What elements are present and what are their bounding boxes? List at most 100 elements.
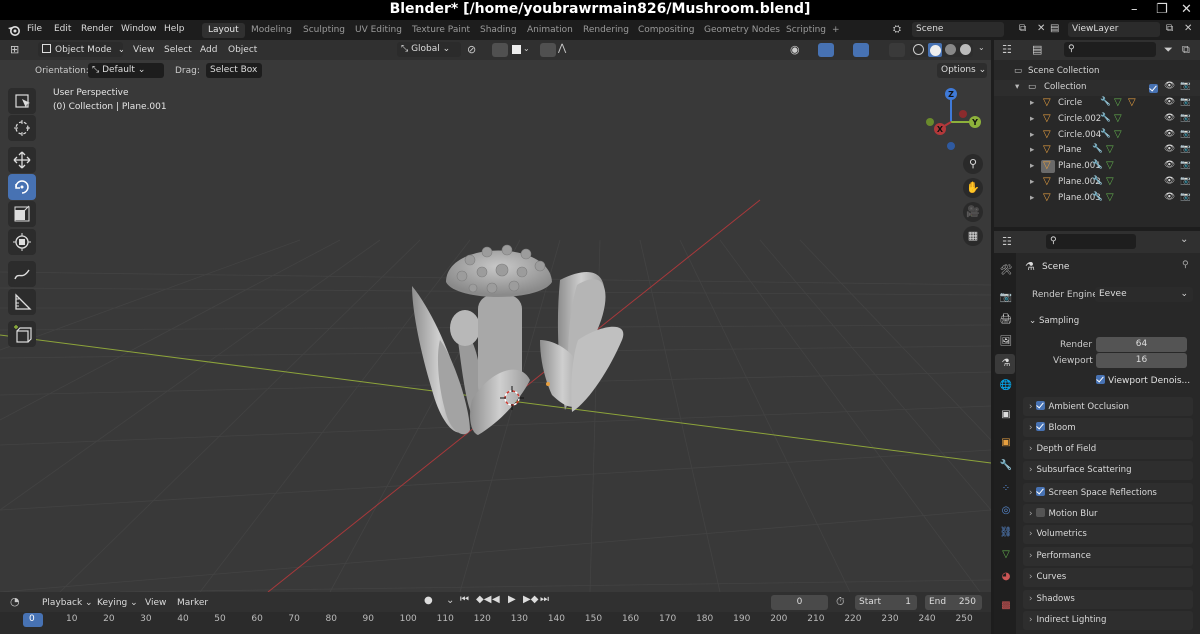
proportional-edit-icon[interactable] [540, 43, 556, 57]
expand-arrow-icon[interactable]: ▸ [1030, 145, 1034, 155]
render-samples-field[interactable]: 64 [1096, 337, 1187, 352]
outliner-row-object[interactable]: ▸ ▽ Plane 🔧 ▽ 👁 📷 [994, 143, 1200, 159]
output-tab-icon[interactable]: 🖨 [997, 311, 1015, 329]
render-panel-header[interactable]: › Depth of Field [1023, 439, 1193, 459]
solid-shading-active[interactable] [928, 43, 942, 57]
transform-orientation-dropdown[interactable]: ⤡ Global ⌄ [397, 42, 461, 57]
properties-editor-icon[interactable]: ☷ [1002, 235, 1012, 248]
gizmo-toggle-icon[interactable] [818, 43, 834, 57]
minimize-button[interactable]: – [1131, 2, 1138, 17]
camera-icon[interactable]: 📷 [1180, 97, 1191, 107]
camera-icon[interactable]: 📷 [1180, 192, 1191, 202]
mesh-data-icon[interactable]: ▽ [1106, 176, 1114, 187]
start-frame-field[interactable]: Start 1 [855, 595, 917, 610]
zoom-icon[interactable]: ⚲ [963, 154, 983, 174]
panel-checkbox[interactable] [1036, 422, 1046, 432]
pan-hand-icon[interactable]: ✋ [963, 178, 983, 198]
menu-file[interactable]: File [27, 24, 42, 34]
camera-icon[interactable]: 📷 [1180, 144, 1191, 154]
camera-icon[interactable]: 📷 [1180, 81, 1191, 91]
current-frame-field[interactable]: 0 [771, 595, 828, 610]
annotate-tool[interactable] [8, 261, 36, 287]
new-viewlayer-icon[interactable]: ⧉ [1166, 23, 1173, 34]
close-button[interactable]: ✕ [1181, 2, 1192, 17]
jump-end-icon[interactable]: ⏭ [540, 594, 549, 605]
modifier-icon[interactable]: 🔧 [1092, 192, 1103, 202]
workspace-tab-shading[interactable]: Shading [474, 23, 523, 38]
workspace-tab-modeling[interactable]: Modeling [245, 23, 298, 38]
expand-arrow-icon[interactable]: ▸ [1030, 193, 1034, 203]
eye-icon[interactable]: 👁 [1164, 144, 1175, 154]
menu-render[interactable]: Render [81, 24, 113, 34]
collapse-icon[interactable]: ⌄ [1180, 234, 1188, 245]
view-menu[interactable]: View [133, 45, 154, 55]
viewport-canvas[interactable] [0, 40, 991, 592]
workspace-tab-rendering[interactable]: Rendering [577, 23, 635, 38]
outliner-editor-icon[interactable]: ☷ [1002, 43, 1012, 56]
cursor-tool[interactable] [8, 115, 36, 141]
rotate-tool[interactable] [8, 174, 36, 200]
workspace-tab-sculpting[interactable]: Sculpting [297, 23, 351, 38]
remove-scene-icon[interactable]: ✕ [1037, 23, 1045, 34]
marker-menu[interactable]: Marker [177, 598, 208, 608]
new-collection-icon[interactable]: ⧉ [1182, 43, 1190, 57]
modifier-icon[interactable]: 🔧 [1100, 97, 1111, 107]
mesh-data-icon[interactable]: ▽ [1106, 160, 1114, 171]
viewport-denoising-checkbox[interactable]: Viewport Denois... [1096, 375, 1190, 386]
visibility-icon[interactable]: ◉ [790, 43, 800, 56]
jump-start-icon[interactable]: ⏮ [460, 594, 469, 605]
snap-toggle-icon[interactable] [492, 43, 508, 57]
render-panel-header[interactable]: › Volumetrics [1023, 525, 1193, 545]
render-panel-header[interactable]: › Indirect Lighting [1023, 611, 1193, 630]
camera-icon[interactable]: 📷 [1180, 129, 1191, 139]
workspace-tab-uv-editing[interactable]: UV Editing [349, 23, 408, 38]
view-layer-tab-icon[interactable]: 🖼 [997, 333, 1015, 351]
camera-icon[interactable]: 📷 [1180, 176, 1191, 186]
modifier-icon[interactable]: 🔧 [1092, 176, 1103, 186]
eye-icon[interactable]: 👁 [1164, 192, 1175, 202]
camera-icon[interactable]: 📷 [1180, 113, 1191, 123]
camera-view-icon[interactable]: 🎥 [963, 202, 983, 222]
snap-target-icon[interactable] [512, 45, 521, 54]
tool-tab-icon[interactable]: 🛠 [997, 262, 1015, 280]
transform-tool[interactable] [8, 229, 36, 255]
wireframe-shading-icon[interactable] [913, 44, 924, 55]
snap-dropdown-icon[interactable]: ⌄ [523, 44, 530, 53]
viewport-samples-field[interactable]: 16 [1096, 353, 1187, 368]
3d-viewport[interactable]: Z Y X ⚲ ✋ 🎥 ▦ User Perspective (0) Colle… [0, 40, 991, 592]
world-tab-icon[interactable]: 🌐 [997, 377, 1015, 395]
workspace-tab-scripting[interactable]: Scripting [780, 23, 832, 38]
eye-icon[interactable]: 👁 [1164, 113, 1175, 123]
play-reverse-icon[interactable]: ◀ [492, 594, 500, 605]
eye-icon[interactable]: 👁 [1164, 176, 1175, 186]
panel-checkbox[interactable] [1036, 508, 1046, 517]
add-workspace-button[interactable]: + [826, 23, 846, 38]
material-icon[interactable]: ▽ [1128, 97, 1136, 108]
outliner-row-scene-collection[interactable]: ▭ Scene Collection [994, 64, 1200, 80]
render-tab-icon[interactable]: 📷 [997, 289, 1015, 307]
menu-help[interactable]: Help [164, 24, 185, 34]
workspace-tab-layout[interactable]: Layout [202, 23, 245, 38]
physics-tab-icon[interactable]: ◎ [997, 502, 1015, 520]
render-panel-header[interactable]: › Performance [1023, 546, 1193, 566]
timeline-editor-icon[interactable]: ◔ [10, 595, 20, 608]
mesh-data-icon[interactable]: ▽ [1114, 113, 1122, 124]
camera-icon[interactable]: 📷 [1180, 160, 1191, 170]
mushroom-model[interactable] [412, 244, 624, 435]
keying-menu[interactable]: Keying ⌄ [97, 598, 138, 608]
mesh-data-icon[interactable]: ▽ [1114, 97, 1122, 108]
properties-search-input[interactable]: ⚲ [1046, 234, 1136, 249]
drag-dropdown[interactable]: Select Box ⌄ [206, 63, 262, 78]
outliner-row-object[interactable]: ▸ ▽ Plane.002 🔧 ▽ 👁 📷 [994, 175, 1200, 191]
scene-selector-icon[interactable]: ⛭ [893, 24, 901, 35]
add-cube-tool[interactable] [8, 321, 36, 347]
modifier-tab-icon[interactable]: 🔧 [997, 457, 1015, 475]
ortho-grid-icon[interactable]: ▦ [963, 226, 983, 246]
new-scene-icon[interactable]: ⧉ [1019, 23, 1026, 34]
render-panel-header[interactable]: › Subsurface Scattering [1023, 461, 1193, 481]
pin-icon[interactable]: ⚲ [1182, 260, 1189, 270]
falloff-icon[interactable]: ⋀ [558, 43, 566, 54]
display-mode-icon[interactable]: ▤ [1032, 43, 1042, 56]
object-tab-icon[interactable]: ▣ [997, 434, 1015, 452]
viewlayer-field[interactable]: ViewLayer [1068, 22, 1160, 37]
